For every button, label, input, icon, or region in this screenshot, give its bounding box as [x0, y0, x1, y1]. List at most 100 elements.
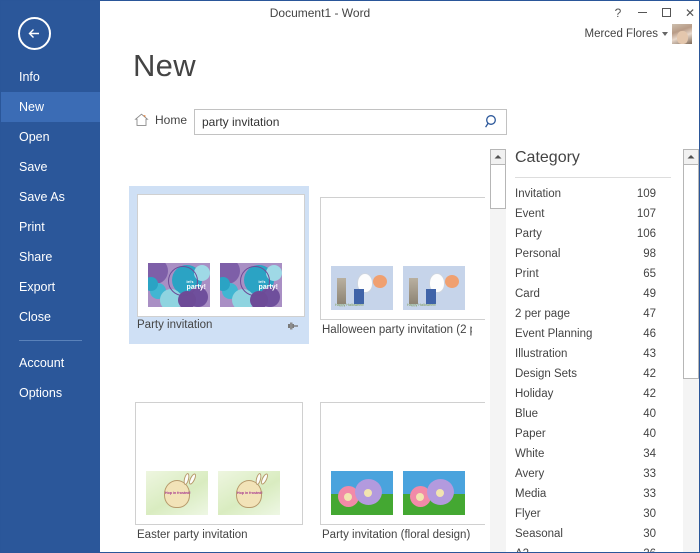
category-item-count: 42	[643, 388, 656, 400]
category-item-count: 98	[643, 248, 656, 260]
results-scroll-thumb[interactable]	[490, 165, 506, 209]
template-name: Party invitation (floral design)	[322, 529, 471, 541]
template-thumbnail: let's party! let's party!	[137, 194, 305, 317]
category-item[interactable]: Paper 40	[506, 424, 681, 444]
search-button[interactable]	[482, 113, 502, 131]
halloween-pump-shape	[373, 275, 387, 288]
easter-artwork: Hop in frosted!	[218, 471, 280, 515]
category-item-label: Flyer	[515, 508, 541, 520]
minimize-button[interactable]	[631, 5, 653, 21]
template-card[interactable]: Happy Halloween! Happy Halloween! Hallowee…	[314, 191, 485, 349]
avatar[interactable]	[672, 24, 692, 44]
sidebar-item-new[interactable]: New	[1, 92, 100, 122]
template-card[interactable]: let's party! let's party! Party invitation	[129, 186, 309, 344]
category-item[interactable]: Party 106	[506, 224, 681, 244]
user-account-menu[interactable]: Merced Flores	[584, 24, 692, 44]
template-preview-panel: Happy Halloween!	[331, 266, 393, 310]
backstage-sidebar: Info New Open Save Save As Print Share Export Cl…	[1, 1, 100, 552]
category-item[interactable]: Event Planning 46	[506, 324, 681, 344]
category-item[interactable]: White 34	[506, 444, 681, 464]
document-title: Document1 - Word	[269, 6, 371, 20]
results-scrollbar[interactable]	[490, 149, 506, 552]
chevron-down-icon	[662, 32, 668, 36]
floral-center-shape	[364, 489, 372, 497]
category-item-label: Event	[515, 208, 545, 220]
party-circles-artwork: let's party!	[148, 263, 210, 307]
back-button[interactable]	[18, 17, 51, 50]
category-item[interactable]: 2 per page 47	[506, 304, 681, 324]
category-item-count: 34	[643, 448, 656, 460]
search-box	[194, 109, 507, 135]
template-results: let's party! let's party! Party invitation Ha…	[129, 149, 485, 552]
category-item-count: 30	[643, 528, 656, 540]
help-button[interactable]: ?	[607, 5, 629, 21]
pin-icon[interactable]	[287, 319, 299, 331]
category-item[interactable]: Blue 40	[506, 404, 681, 424]
category-item-label: Seasonal	[515, 528, 563, 540]
chevron-up-icon	[687, 155, 695, 159]
search-icon	[485, 115, 496, 128]
category-item[interactable]: Personal 98	[506, 244, 681, 264]
category-scrollbar[interactable]	[683, 149, 699, 552]
category-item-label: A2	[515, 544, 529, 552]
sidebar-item-print[interactable]: Print	[1, 212, 100, 242]
category-item-count: 107	[636, 208, 656, 220]
template-thumbnail	[320, 402, 485, 525]
category-item-count: 43	[643, 348, 656, 360]
category-item[interactable]: Illustration 43	[506, 344, 681, 364]
sidebar-item-save[interactable]: Save	[1, 152, 100, 182]
floral-center-shape	[344, 493, 352, 501]
maximize-button[interactable]	[655, 5, 677, 21]
sidebar-item-share[interactable]: Share	[1, 242, 100, 272]
template-thumbnail: Hop in frosted! Hop in frosted!	[135, 402, 303, 525]
category-item-count: 30	[643, 508, 656, 520]
category-item-count: 47	[643, 308, 656, 320]
category-item[interactable]: Media 33	[506, 484, 681, 504]
sidebar-item-account[interactable]: Account	[1, 348, 100, 378]
sidebar-item-close[interactable]: Close	[1, 302, 100, 332]
category-list: Invitation 109 Event 107 Party 106 Personal 98 P…	[506, 184, 681, 552]
category-item[interactable]: Seasonal 30	[506, 524, 681, 544]
template-card[interactable]: Hop in frosted! Hop in frosted! Easter par…	[129, 396, 309, 552]
category-item-count: 106	[636, 228, 656, 240]
sidebar-item-options[interactable]: Options	[1, 378, 100, 408]
sidebar-item-save-as[interactable]: Save As	[1, 182, 100, 212]
category-item[interactable]: Invitation 109	[506, 184, 681, 204]
category-item[interactable]: Print 65	[506, 264, 681, 284]
template-card[interactable]: Party invitation (floral design)	[314, 396, 485, 552]
sidebar-item-open[interactable]: Open	[1, 122, 100, 152]
home-link[interactable]: Home	[134, 113, 187, 127]
category-item[interactable]: A2 26	[506, 544, 681, 552]
template-preview-panel: Hop in frosted!	[146, 471, 208, 515]
category-scroll-thumb[interactable]	[683, 165, 699, 379]
sidebar-item-export[interactable]: Export	[1, 272, 100, 302]
category-item[interactable]: Avery 33	[506, 464, 681, 484]
party-artwork-text: let's party!	[258, 280, 278, 291]
close-button[interactable]: ✕	[679, 5, 699, 21]
chevron-up-icon	[494, 155, 502, 159]
category-item-label: Media	[515, 488, 547, 500]
sidebar-item-info[interactable]: Info	[1, 62, 100, 92]
party-artwork-subtext: let's	[258, 280, 266, 284]
user-name-label: Merced Flores	[584, 28, 659, 40]
home-label: Home	[155, 113, 188, 127]
halloween-lamp-shape	[337, 278, 346, 304]
floral-center-shape	[416, 493, 424, 501]
search-input[interactable]	[202, 110, 472, 134]
category-divider	[515, 177, 671, 178]
template-preview-panel: let's party!	[220, 263, 282, 307]
category-item[interactable]: Flyer 30	[506, 504, 681, 524]
halloween-artwork-text: Happy Halloween!	[335, 303, 365, 307]
category-item[interactable]: Design Sets 42	[506, 364, 681, 384]
category-item[interactable]: Event 107	[506, 204, 681, 224]
template-preview-panel: let's party!	[148, 263, 210, 307]
category-item[interactable]: Holiday 42	[506, 384, 681, 404]
results-scroll-up-button[interactable]	[490, 149, 506, 165]
halloween-pump-shape	[445, 275, 459, 288]
word-backstage-window: Info New Open Save Save As Print Share Export Cl…	[0, 0, 700, 553]
category-item[interactable]: Card 49	[506, 284, 681, 304]
category-scroll-up-button[interactable]	[683, 149, 699, 165]
category-item-count: 46	[643, 328, 656, 340]
category-title: Category	[515, 149, 580, 166]
category-item-label: 2 per page	[515, 308, 570, 320]
